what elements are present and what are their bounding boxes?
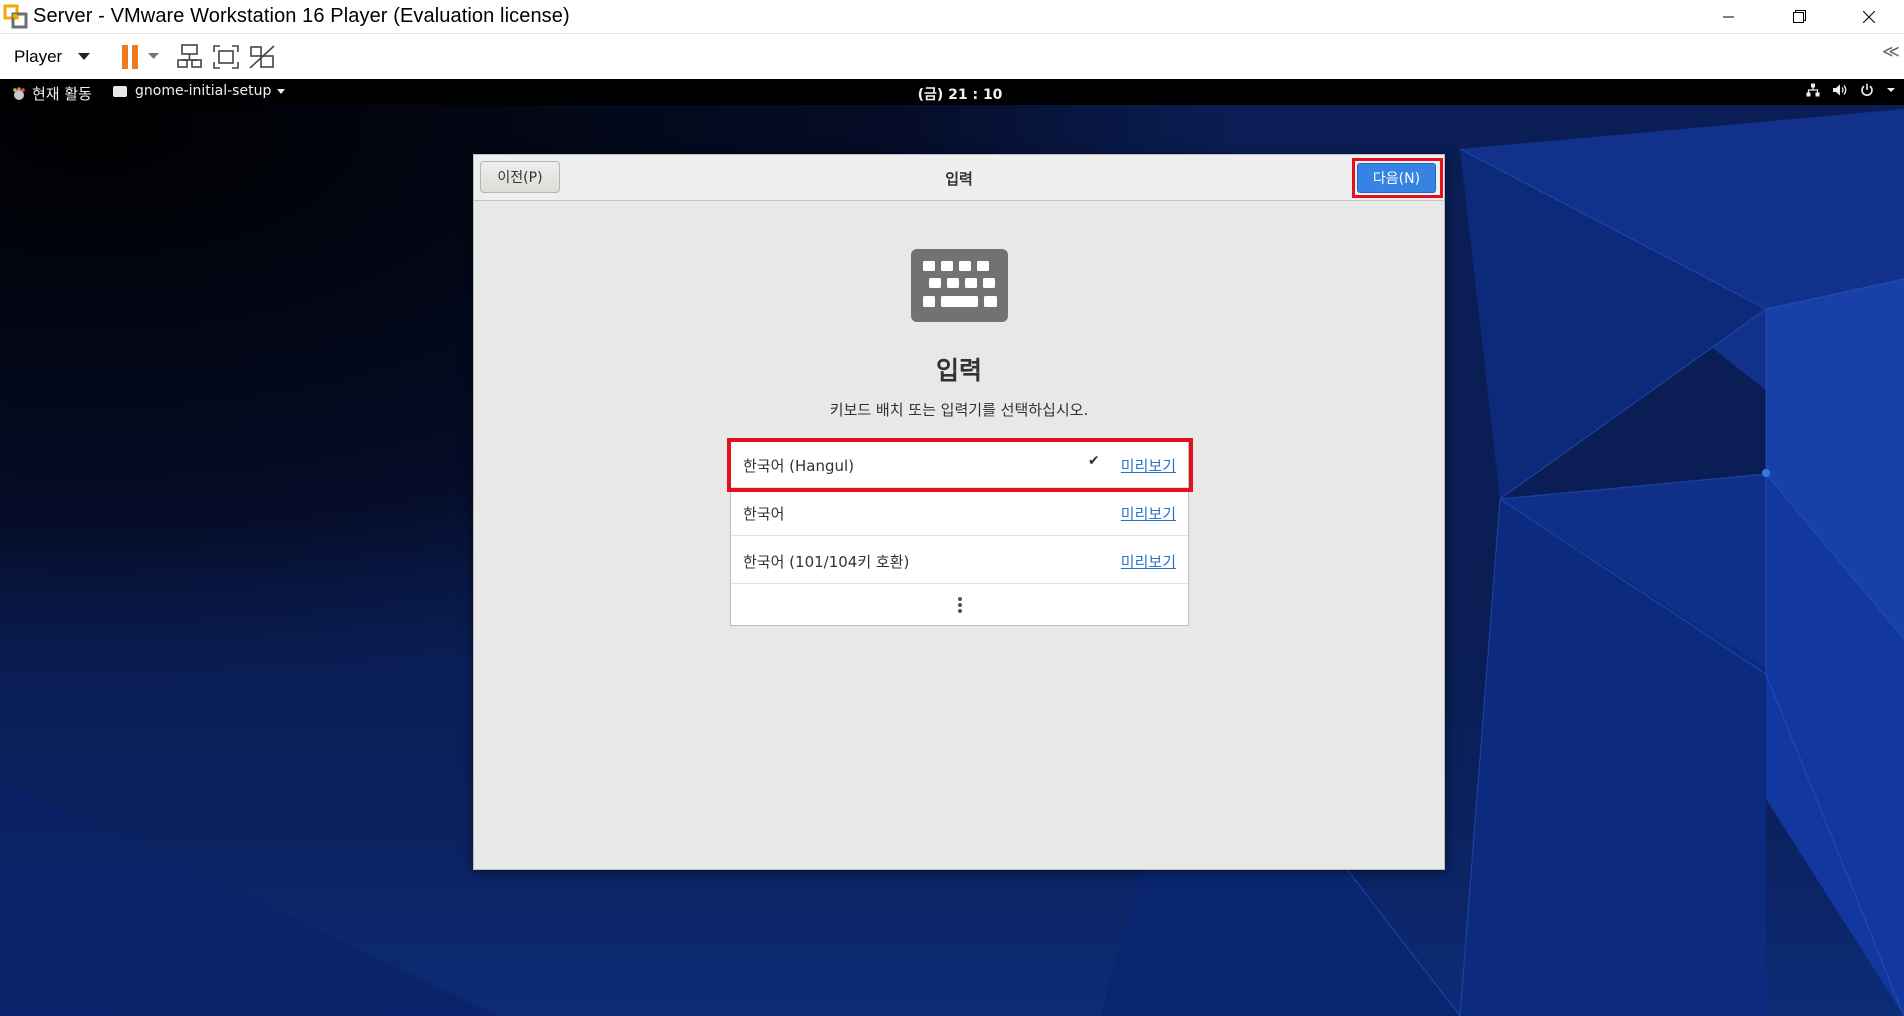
pause-button[interactable] — [120, 41, 140, 73]
window-title: Server - VMware Workstation 16 Player (E… — [33, 5, 570, 27]
more-options-button[interactable] — [731, 584, 1188, 625]
power-options-dropdown[interactable] — [148, 41, 160, 73]
next-button[interactable]: 다음(N) — [1357, 163, 1436, 193]
window-titlebar: Server - VMware Workstation 16 Player (E… — [0, 0, 1904, 33]
guest-screen[interactable]: 현재 활동 gnome-initial-setup (금) 21 : 10 이전… — [0, 79, 1904, 1016]
network-icon — [1806, 83, 1820, 97]
network-devices-icon — [177, 43, 202, 68]
player-menu-button[interactable]: Player — [14, 41, 91, 73]
fullscreen-button[interactable] — [212, 41, 240, 73]
dialog-header: 이전(P) 입력 다음(N) — [474, 155, 1444, 201]
list-item[interactable]: 한국어 (101/104키 호환) 미리보기 — [731, 536, 1188, 584]
power-icon — [1861, 83, 1873, 96]
window-controls — [1694, 0, 1904, 33]
chevron-down-icon — [78, 53, 91, 60]
initial-setup-dialog: 이전(P) 입력 다음(N) 입력 키보드 배치 또는 입력기를 선택하십시오.… — [473, 154, 1445, 870]
input-source-name: 한국어 — [743, 505, 785, 523]
vmware-logo-icon — [2, 3, 30, 31]
unity-button[interactable] — [248, 41, 276, 73]
chevron-down-icon — [1887, 88, 1895, 92]
removable-devices-button[interactable] — [176, 41, 204, 73]
clock[interactable]: (금) 21 : 10 — [0, 84, 1904, 104]
pause-icon — [122, 44, 139, 69]
keyboard-icon — [911, 249, 1008, 322]
minimize-button[interactable] — [1694, 0, 1764, 33]
fullscreen-icon — [213, 44, 239, 69]
system-tray[interactable] — [1806, 83, 1904, 97]
selected-row-highlight — [727, 438, 1193, 492]
gnome-top-bar: 현재 활동 gnome-initial-setup (금) 21 : 10 — [0, 79, 1904, 105]
close-icon — [1863, 10, 1875, 23]
page-subtitle: 키보드 배치 또는 입력기를 선택하십시오. — [829, 401, 1089, 419]
dialog-title: 입력 — [945, 170, 973, 188]
restore-icon — [1792, 10, 1806, 23]
player-toolbar: Player ≪ — [0, 33, 1904, 79]
input-source-name: 한국어 (101/104키 호환) — [743, 553, 910, 571]
page-heading: 입력 — [935, 356, 982, 385]
chevron-down-icon — [148, 52, 160, 59]
list-item[interactable]: 한국어 미리보기 — [731, 488, 1188, 536]
minimize-icon — [1723, 16, 1734, 17]
close-button[interactable] — [1834, 0, 1904, 33]
preview-link[interactable]: 미리보기 — [1121, 503, 1176, 524]
restore-button[interactable] — [1764, 0, 1834, 33]
player-menu-label: Player — [14, 46, 63, 66]
collapse-toolbar-button[interactable]: ≪ — [1882, 42, 1904, 62]
vertical-ellipsis-icon — [957, 596, 962, 613]
unity-disabled-icon — [249, 44, 275, 69]
preview-link[interactable]: 미리보기 — [1121, 551, 1176, 572]
volume-icon — [1833, 84, 1847, 96]
